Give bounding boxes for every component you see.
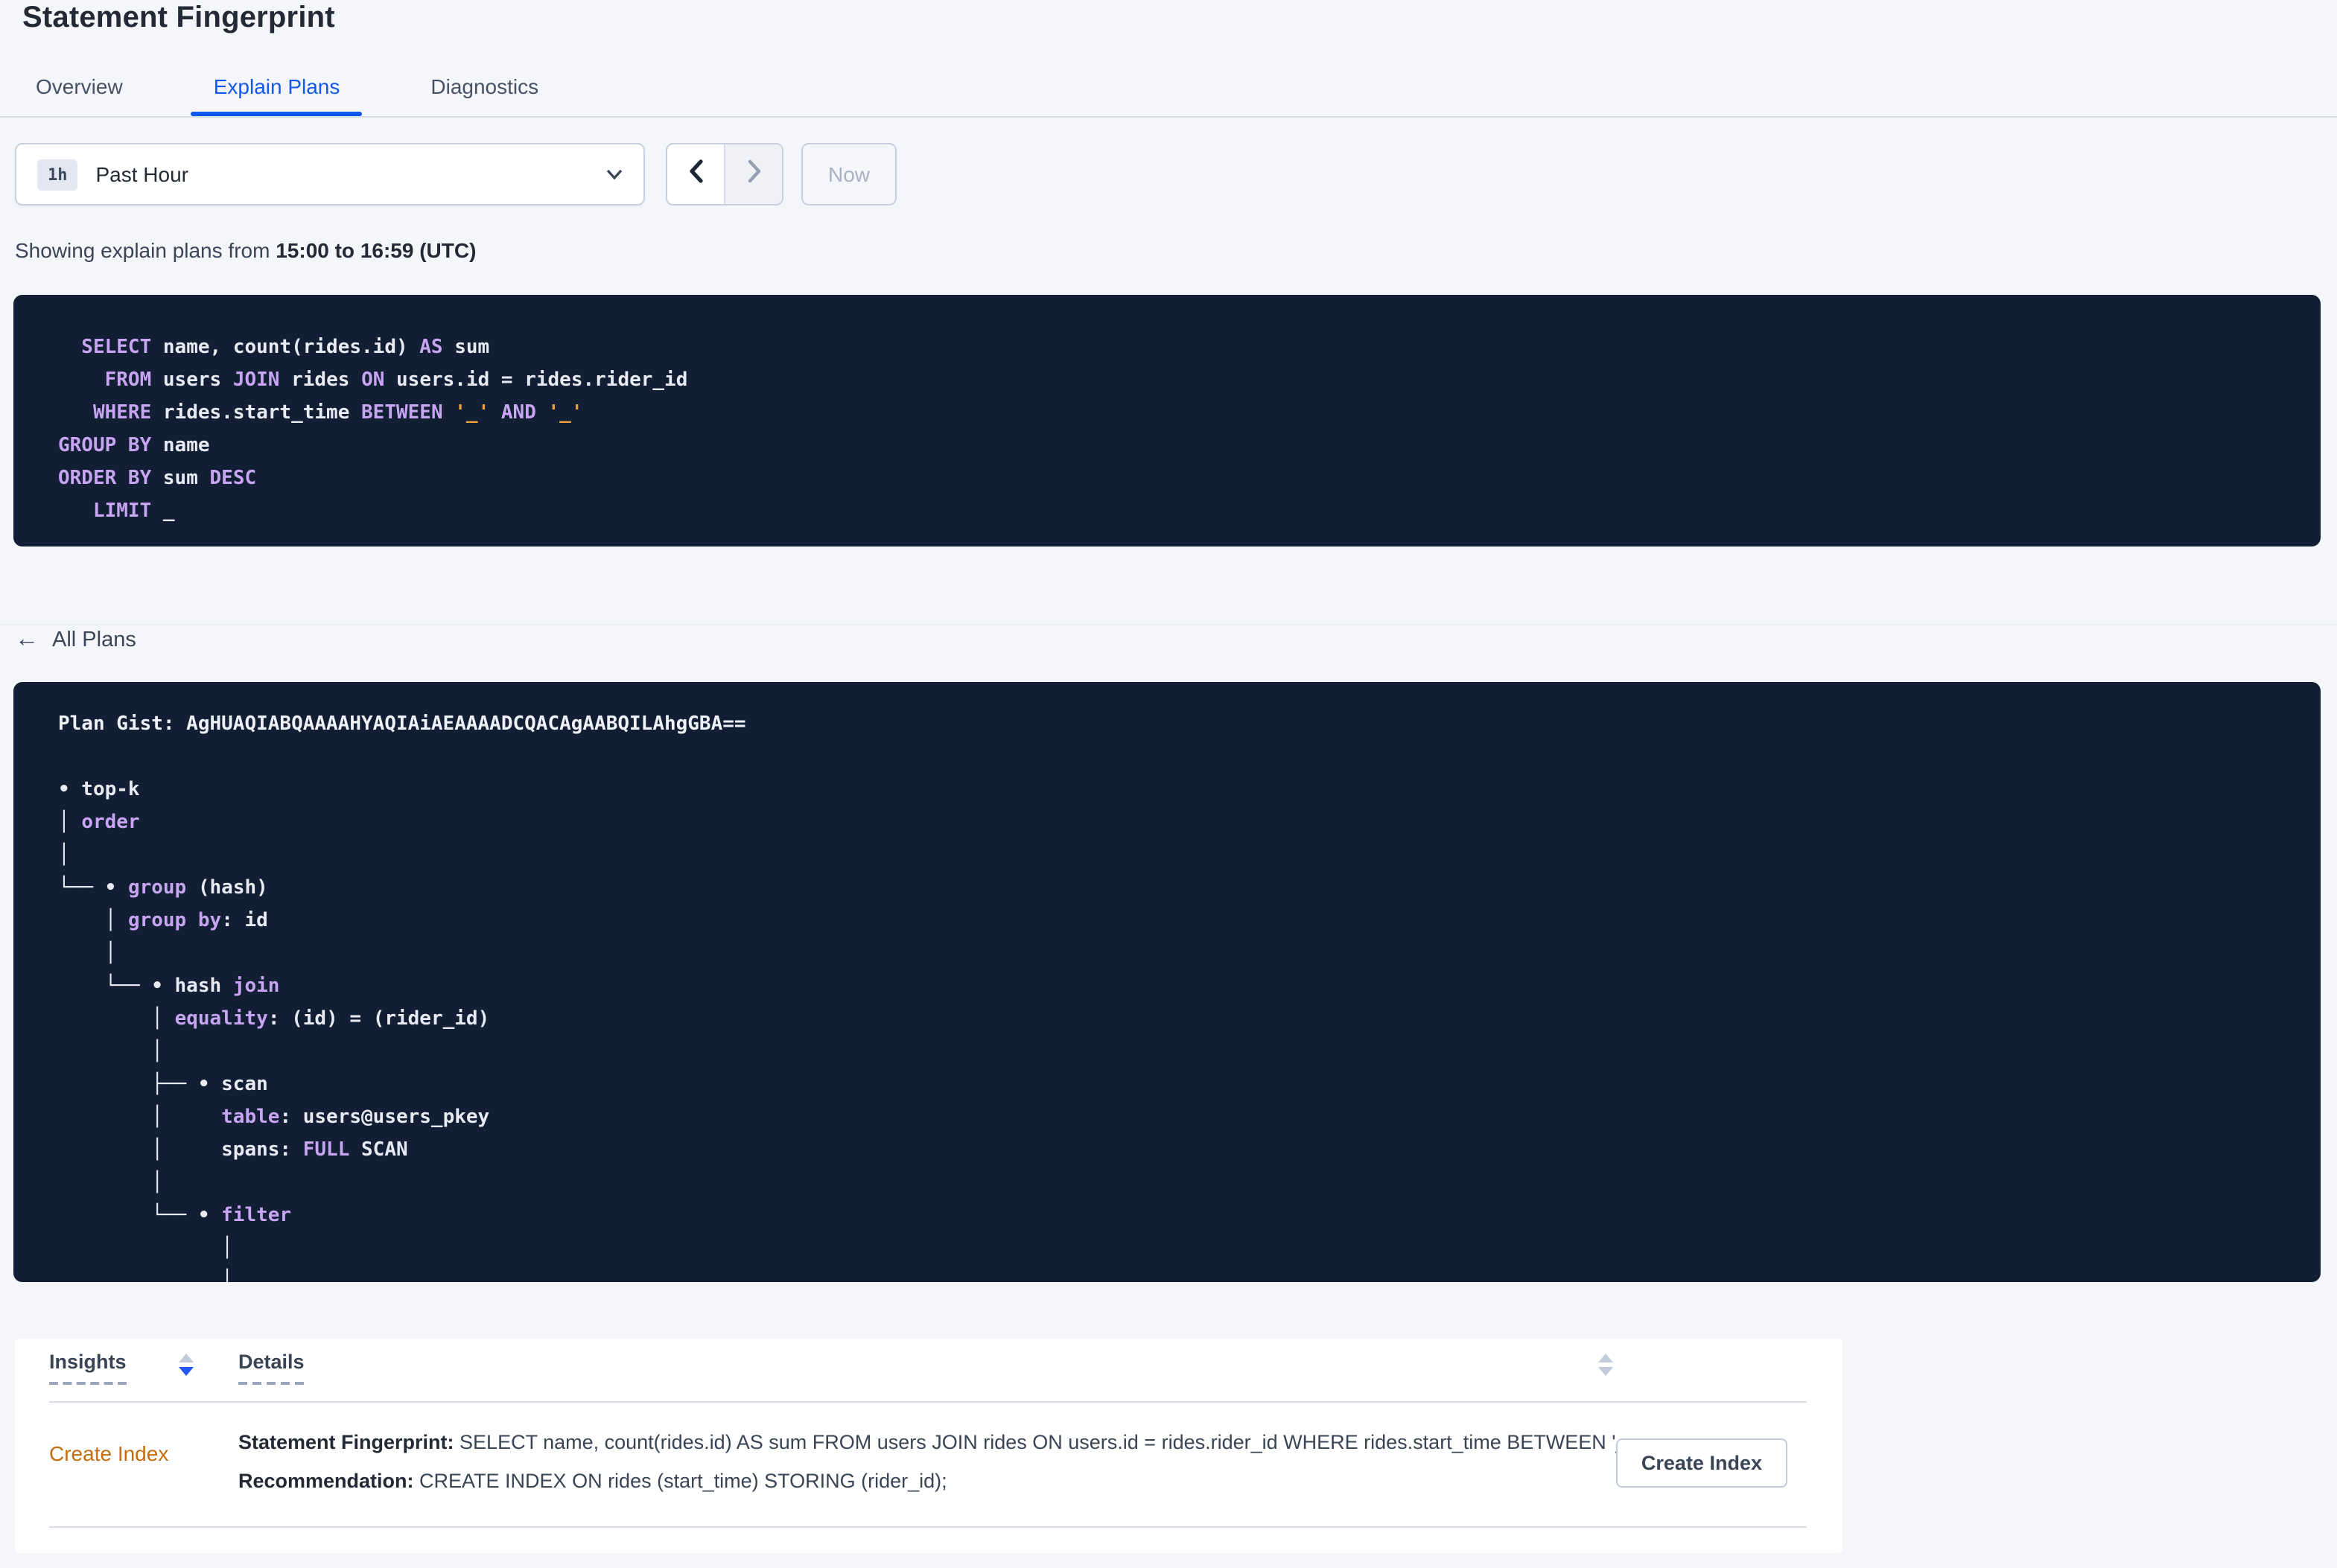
insights-table: Insights Details Create Index Statement … xyxy=(15,1339,1842,1553)
prev-time-button[interactable] xyxy=(667,144,724,204)
sort-down-triangle xyxy=(179,1367,194,1376)
time-pager xyxy=(666,143,783,205)
row-divider xyxy=(49,1526,1807,1528)
all-plans-link[interactable]: ← All Plans xyxy=(15,628,136,652)
chevron-right-icon xyxy=(745,159,762,190)
section-divider xyxy=(0,624,2337,625)
chevron-down-icon xyxy=(606,168,623,180)
now-button[interactable]: Now xyxy=(801,143,897,205)
time-range-dropdown[interactable]: 1h Past Hour xyxy=(15,143,645,205)
insight-type-link[interactable]: Create Index xyxy=(49,1441,168,1465)
back-arrow-icon: ← xyxy=(15,627,39,652)
column-header-details[interactable]: Details xyxy=(238,1351,305,1385)
statement-fingerprint-line: Statement Fingerprint: SELECT name, coun… xyxy=(238,1431,1647,1453)
sql-statement-box: SELECT name, count(rides.id) AS sum FROM… xyxy=(13,295,2321,546)
column-header-insights[interactable]: Insights xyxy=(49,1351,127,1385)
sort-icon-details[interactable] xyxy=(1598,1354,1613,1376)
tab-explain-plans[interactable]: Explain Plans xyxy=(191,60,363,116)
sort-up-triangle xyxy=(1598,1354,1613,1363)
chevron-left-icon xyxy=(687,159,704,190)
sort-down-triangle xyxy=(1598,1367,1613,1376)
create-index-button[interactable]: Create Index xyxy=(1615,1438,1787,1488)
duration-badge: 1h xyxy=(37,159,78,190)
time-range-label: Past Hour xyxy=(95,162,189,186)
tab-bar: Overview Explain Plans Diagnostics xyxy=(0,60,2337,118)
time-controls: 1h Past Hour Now xyxy=(15,143,897,205)
statement-fingerprint-page: Statement Fingerprint Overview Explain P… xyxy=(0,0,2337,1568)
tab-diagnostics[interactable]: Diagnostics xyxy=(408,60,561,113)
subheader-text: Showing explain plans from 15:00 to 16:5… xyxy=(15,238,477,262)
insight-details-cell: Statement Fingerprint: SELECT name, coun… xyxy=(238,1424,1647,1501)
page-title: Statement Fingerprint xyxy=(22,1,335,34)
time-range-value: 15:00 to 16:59 (UTC) xyxy=(276,238,477,262)
active-tab-underline xyxy=(191,112,363,116)
header-divider xyxy=(49,1401,1807,1403)
next-time-button[interactable] xyxy=(724,144,782,204)
sort-icon-insights[interactable] xyxy=(179,1354,194,1376)
plan-gist-box: Plan Gist: AgHUAQIABQAAAAHYAQIAiAEAAAADC… xyxy=(13,682,2321,1282)
tab-overview[interactable]: Overview xyxy=(13,60,145,113)
sort-up-triangle xyxy=(179,1354,194,1363)
recommendation-line: Recommendation: CREATE INDEX ON rides (s… xyxy=(238,1470,947,1492)
